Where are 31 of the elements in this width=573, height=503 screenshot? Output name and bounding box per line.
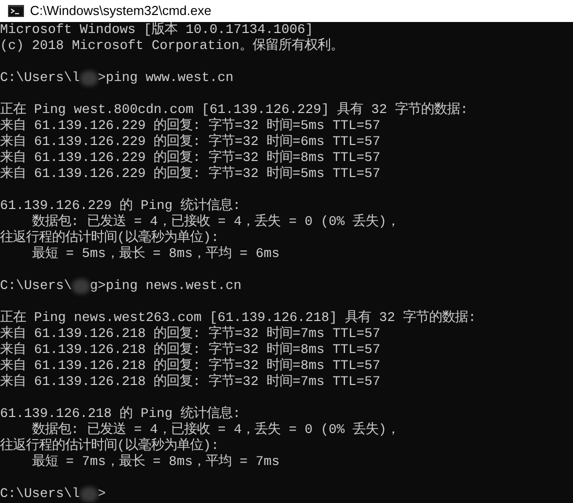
console-line: 数据包: 已发送 = 4，已接收 = 4，丢失 = 0 (0% 丢失)， (30, 422, 400, 438)
console-line: 来自 61.139.126.218 的回复: 字节=32 时间=7ms TTL=57 (0, 326, 380, 342)
prompt-path: C:\Users\ (0, 278, 72, 294)
console-line: 最短 = 5ms，最长 = 8ms，平均 = 6ms (30, 246, 280, 262)
console-line: 来自 61.139.126.229 的回复: 字节=32 时间=5ms TTL=57 (0, 118, 380, 134)
console-line: 往返行程的估计时间(以毫秒为单位): (0, 438, 219, 454)
window-title: C:\Windows\system32\cmd.exe (30, 2, 212, 20)
console-line: 61.139.126.218 的 Ping 统计信息: (0, 406, 241, 422)
console-line: 数据包: 已发送 = 4，已接收 = 4，丢失 = 0 (0% 丢失)， (30, 214, 400, 230)
console-line: 来自 61.139.126.218 的回复: 字节=32 时间=8ms TTL=57 (0, 342, 380, 358)
prompt-path: C:\Users\l (0, 70, 80, 86)
console-line: 正在 Ping west.800cdn.com [61.139.126.229] 具有 32 字节的数据: (0, 102, 468, 118)
console-line: 来自 61.139.126.218 的回复: 字节=32 时间=7ms TTL=57 (0, 374, 380, 390)
console-line: 来自 61.139.126.229 的回复: 字节=32 时间=8ms TTL=57 (0, 150, 380, 166)
blur-mark (80, 70, 98, 86)
console-icon (8, 5, 24, 17)
prompt-path: C:\Users\l (0, 486, 80, 502)
console-line: Microsoft Windows [版本 10.0.17134.1006] (0, 22, 314, 38)
console-line: 往返行程的估计时间(以毫秒为单位): (0, 230, 219, 246)
console-line: 61.139.126.229 的 Ping 统计信息: (0, 198, 241, 214)
console-line: 来自 61.139.126.218 的回复: 字节=32 时间=8ms TTL=57 (0, 358, 380, 374)
console-line: (c) 2018 Microsoft Corporation。保留所有权利。 (0, 38, 344, 54)
prompt-command: g>ping news.west.cn (90, 278, 242, 294)
prompt-command: >ping www.west.cn (98, 70, 234, 86)
blur-mark (72, 278, 90, 294)
prompt-command: > (98, 486, 106, 502)
console-line: 来自 61.139.126.229 的回复: 字节=32 时间=5ms TTL=57 (0, 166, 380, 182)
console-line: 来自 61.139.126.229 的回复: 字节=32 时间=6ms TTL=57 (0, 134, 380, 150)
console-line: 最短 = 7ms，最长 = 8ms，平均 = 7ms (30, 454, 280, 470)
console-line: 正在 Ping news.west263.com [61.139.126.218] 具有 32 字节的数据: (0, 310, 476, 326)
blur-mark (80, 486, 98, 502)
